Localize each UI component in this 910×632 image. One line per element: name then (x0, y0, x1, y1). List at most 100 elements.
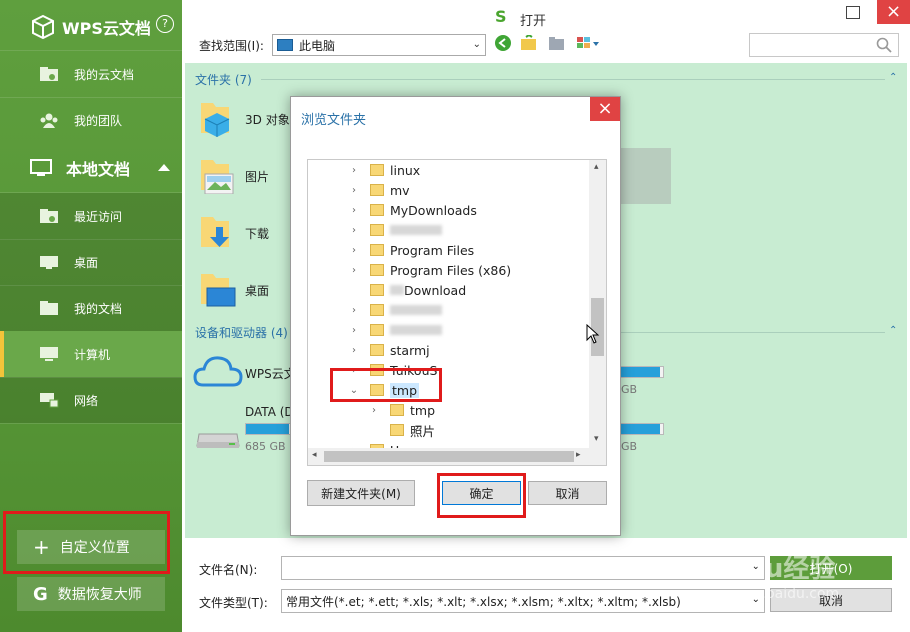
sidebar-item-recent[interactable]: 最近访问 (0, 193, 182, 239)
expand-chevron-icon[interactable]: › (348, 245, 360, 256)
folder-icon (390, 424, 404, 436)
expand-chevron-icon[interactable]: › (348, 325, 360, 336)
sidebar-item-label: 网络 (74, 393, 99, 408)
expand-chevron-icon[interactable]: › (348, 225, 360, 236)
wps-cloud-drive-icon[interactable] (193, 353, 243, 389)
filename-input[interactable]: ⌄ (281, 556, 765, 580)
horizontal-scrollbar[interactable]: ◂ ▸ (308, 448, 589, 465)
redacted-text (390, 305, 442, 315)
collapse-arrow-icon[interactable] (158, 164, 170, 171)
pictures-folder-icon[interactable] (199, 156, 237, 195)
close-button[interactable]: × (877, 0, 910, 24)
up-folder-icon[interactable] (520, 33, 538, 51)
tree-node[interactable]: › Program Files (x86) (348, 260, 511, 280)
back-icon[interactable] (495, 35, 511, 51)
collapse-icon[interactable]: ⌃ (889, 325, 897, 336)
tree-node-label: linux (390, 162, 421, 178)
vertical-scrollbar[interactable]: ▴ ▾ (589, 160, 606, 448)
tree-node[interactable]: › mv (348, 180, 410, 200)
sidebar-item-label: 计算机 (74, 347, 111, 362)
sidebar-item-label: 我的云文档 (74, 67, 135, 82)
drive-size: GB (621, 440, 638, 453)
maximize-button[interactable] (846, 6, 860, 19)
look-in-combo[interactable]: 此电脑 ⌄ (272, 34, 486, 56)
baidu-watermark-url: jingyan.baidu.com (710, 586, 840, 602)
filename-label: 文件名(N): (199, 563, 258, 577)
search-input[interactable] (749, 33, 899, 57)
drive-label[interactable]: WPS云文 (245, 365, 296, 382)
tree-node[interactable]: › linux (348, 160, 420, 180)
folder-label[interactable]: 桌面 (245, 282, 269, 299)
expand-chevron-icon[interactable]: › (348, 345, 360, 356)
expand-chevron-icon[interactable]: › (348, 265, 360, 276)
view-menu-icon[interactable] (576, 35, 602, 51)
folder-icon (370, 184, 384, 196)
sidebar-item-my-team[interactable]: 我的团队 (0, 97, 182, 143)
expand-chevron-icon[interactable]: › (348, 305, 360, 316)
tree-node[interactable]: › (348, 320, 442, 340)
search-icon[interactable] (876, 37, 892, 56)
scrollbar-thumb[interactable] (324, 451, 574, 462)
expand-chevron-icon[interactable]: › (368, 405, 380, 416)
tree-node[interactable]: › (348, 220, 442, 240)
scroll-left-icon[interactable]: ◂ (312, 450, 317, 460)
tree-node[interactable]: 照片 (368, 420, 435, 440)
browse-folder-dialog: 浏览文件夹 × › linux › mv › MyDownloads › › Program F… (290, 96, 621, 536)
expand-chevron-icon[interactable]: › (348, 205, 360, 216)
redacted-text (390, 325, 442, 335)
sidebar-item-desktop[interactable]: 桌面 (0, 239, 182, 285)
tree-node[interactable]: › MyDownloads (348, 200, 477, 220)
folder-label[interactable]: 3D 对象 (245, 111, 290, 128)
help-icon[interactable]: ? (156, 15, 174, 33)
new-folder-icon[interactable] (548, 35, 566, 51)
team-icon (38, 111, 60, 129)
sidebar-item-label: 我的文档 (74, 301, 123, 316)
window-title: 打开 (520, 14, 547, 29)
folder-icon (370, 164, 384, 176)
section-title: 本地文档 (66, 160, 131, 179)
button-label: 数据恢复大师 (57, 587, 142, 603)
desktop-icon (38, 253, 60, 271)
downloads-folder-icon[interactable] (199, 213, 237, 249)
sidebar: WPS云文档 ? 我的云文档 我的团队 本地文档 最近访问 桌面 我的文档 计算… (0, 0, 182, 632)
sidebar-item-label: 我的团队 (74, 113, 123, 128)
drives-group-header[interactable]: 设备和驱动器 (4) (195, 324, 288, 341)
dialog-cancel-button[interactable]: 取消 (528, 481, 607, 505)
sidebar-section-local-docs[interactable]: 本地文档 (0, 144, 182, 192)
divider (0, 423, 182, 424)
tree-node[interactable]: Download (348, 280, 466, 300)
mouse-cursor-icon (586, 323, 600, 344)
tree-node[interactable]: › tmp (368, 400, 435, 420)
sidebar-item-my-documents[interactable]: 我的文档 (0, 285, 182, 331)
collapse-icon[interactable]: ⌃ (889, 72, 897, 83)
folder-icon (370, 224, 384, 236)
folder-label[interactable]: 图片 (245, 168, 269, 185)
folders-group-header[interactable]: 文件夹 (7) (195, 71, 252, 88)
sidebar-item-network[interactable]: 网络 (0, 377, 182, 423)
desktop-folder-icon[interactable] (199, 270, 237, 307)
tree-node[interactable]: › (348, 300, 442, 320)
hard-drive-icon[interactable] (195, 428, 241, 450)
folder-label[interactable]: 下载 (245, 225, 269, 242)
sidebar-item-computer[interactable]: 计算机 (0, 331, 182, 377)
scroll-down-icon[interactable]: ▾ (594, 434, 599, 444)
recovery-g-icon: G (33, 583, 48, 605)
computer-icon (38, 345, 60, 363)
scroll-up-icon[interactable]: ▴ (594, 162, 599, 172)
dialog-title: 浏览文件夹 (301, 113, 367, 128)
sidebar-item-my-cloud-docs[interactable]: 我的云文档 (0, 51, 182, 97)
expand-chevron-icon[interactable]: › (348, 165, 360, 176)
filetype-select[interactable]: 常用文件(*.et; *.ett; *.xls; *.xlt; *.xlsx; … (281, 589, 765, 613)
sidebar-item-label: 桌面 (74, 255, 99, 270)
scroll-right-icon[interactable]: ▸ (576, 450, 581, 460)
tree-node-label: MyDownloads (390, 202, 477, 218)
tree-node-label: Program Files (390, 242, 475, 258)
dialog-close-button[interactable]: × (590, 97, 620, 121)
3d-objects-folder-icon[interactable] (199, 99, 237, 137)
new-folder-button[interactable]: 新建文件夹(M) (307, 480, 415, 506)
data-recovery-button[interactable]: G 数据恢复大师 (17, 577, 165, 611)
tree-node[interactable]: › starmj (348, 340, 430, 360)
drive-label[interactable]: DATA (D (245, 405, 294, 419)
tree-node[interactable]: › Program Files (348, 240, 474, 260)
expand-chevron-icon[interactable]: › (348, 185, 360, 196)
